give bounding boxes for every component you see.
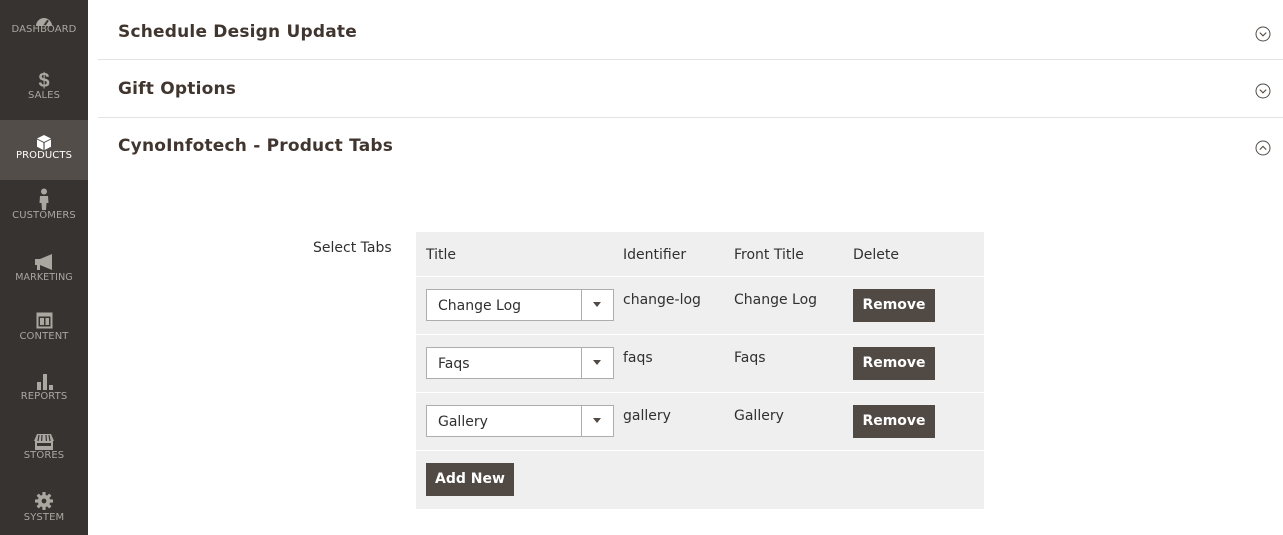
remove-button[interactable]: Remove [853, 405, 935, 438]
tab-title-select[interactable]: Change Log [426, 289, 614, 321]
bar-chart-icon [0, 360, 88, 391]
admin-sidebar: DASHBOARD $ SALES PRODUCTS CUSTOMERS MAR… [0, 0, 88, 535]
column-header-title: Title [426, 247, 457, 263]
select-tabs-label: Select Tabs [313, 240, 392, 256]
row-divider [416, 276, 984, 277]
person-icon [0, 180, 88, 210]
tab-identifier: faqs [623, 350, 653, 366]
tab-front-title: Faqs [734, 350, 766, 366]
tab-title-value: Faqs [438, 356, 470, 372]
section-schedule-design-update[interactable]: Schedule Design Update [98, 8, 1283, 58]
nav-label-dashboard: DASHBOARD [11, 24, 77, 35]
section-title: Schedule Design Update [118, 22, 357, 42]
section-title: Gift Options [118, 79, 237, 99]
dashboard-icon [0, 0, 88, 27]
nav-label-sales: SALES [27, 90, 61, 101]
section-gift-options[interactable]: Gift Options [98, 60, 1283, 117]
dollar-icon: $ [38, 70, 50, 92]
nav-item-reports[interactable]: REPORTS [0, 360, 88, 418]
select-arrow-icon[interactable] [581, 348, 613, 378]
remove-button[interactable]: Remove [853, 347, 935, 380]
nav-label-products: PRODUCTS [15, 150, 73, 161]
remove-button[interactable]: Remove [853, 289, 935, 322]
storefront-icon [0, 420, 88, 451]
nav-item-customers[interactable]: CUSTOMERS [0, 180, 88, 238]
nav-label-stores: STORES [23, 450, 65, 461]
nav-item-marketing[interactable]: MARKETING [0, 240, 88, 298]
nav-item-system[interactable]: SYSTEM [0, 480, 88, 535]
select-arrow-icon[interactable] [581, 406, 613, 436]
layout-icon [0, 300, 88, 331]
tab-title-select[interactable]: Faqs [426, 347, 614, 379]
row-divider [416, 392, 984, 393]
megaphone-icon [0, 240, 88, 272]
column-header-delete: Delete [853, 247, 899, 263]
nav-item-stores[interactable]: STORES [0, 420, 88, 478]
chevron-down-icon[interactable] [1255, 26, 1271, 42]
column-header-front-title: Front Title [734, 247, 804, 263]
nav-label-system: SYSTEM [23, 512, 65, 523]
column-header-identifier: Identifier [623, 247, 687, 263]
row-divider [416, 334, 984, 335]
tab-title-select[interactable]: Gallery [426, 405, 614, 437]
nav-item-sales[interactable]: $ SALES [0, 60, 88, 118]
chevron-up-icon[interactable] [1255, 140, 1271, 156]
add-new-button[interactable]: Add New [426, 463, 514, 496]
tab-front-title: Change Log [734, 292, 818, 308]
tab-title-value: Change Log [438, 298, 522, 314]
nav-item-dashboard[interactable]: DASHBOARD [0, 0, 88, 58]
chevron-down-icon[interactable] [1255, 83, 1271, 99]
select-arrow-icon[interactable] [581, 290, 613, 320]
tab-front-title: Gallery [734, 408, 784, 424]
row-divider [416, 450, 984, 451]
tab-title-value: Gallery [438, 414, 488, 430]
cube-icon [0, 120, 88, 150]
tab-identifier: change-log [623, 292, 701, 308]
product-tabs-grid: Title Identifier Front Title Delete Chan… [416, 232, 984, 509]
nav-label-reports: REPORTS [20, 391, 68, 402]
nav-label-customers: CUSTOMERS [12, 210, 76, 221]
nav-label-content: CONTENT [19, 331, 69, 342]
nav-label-marketing: MARKETING [15, 272, 73, 283]
nav-item-products[interactable]: PRODUCTS [0, 120, 88, 180]
tab-identifier: gallery [623, 408, 671, 424]
gear-icon [0, 480, 88, 512]
section-product-tabs[interactable]: CynoInfotech - Product Tabs [98, 118, 1283, 176]
section-title: CynoInfotech - Product Tabs [118, 136, 394, 156]
nav-item-content[interactable]: CONTENT [0, 300, 88, 358]
